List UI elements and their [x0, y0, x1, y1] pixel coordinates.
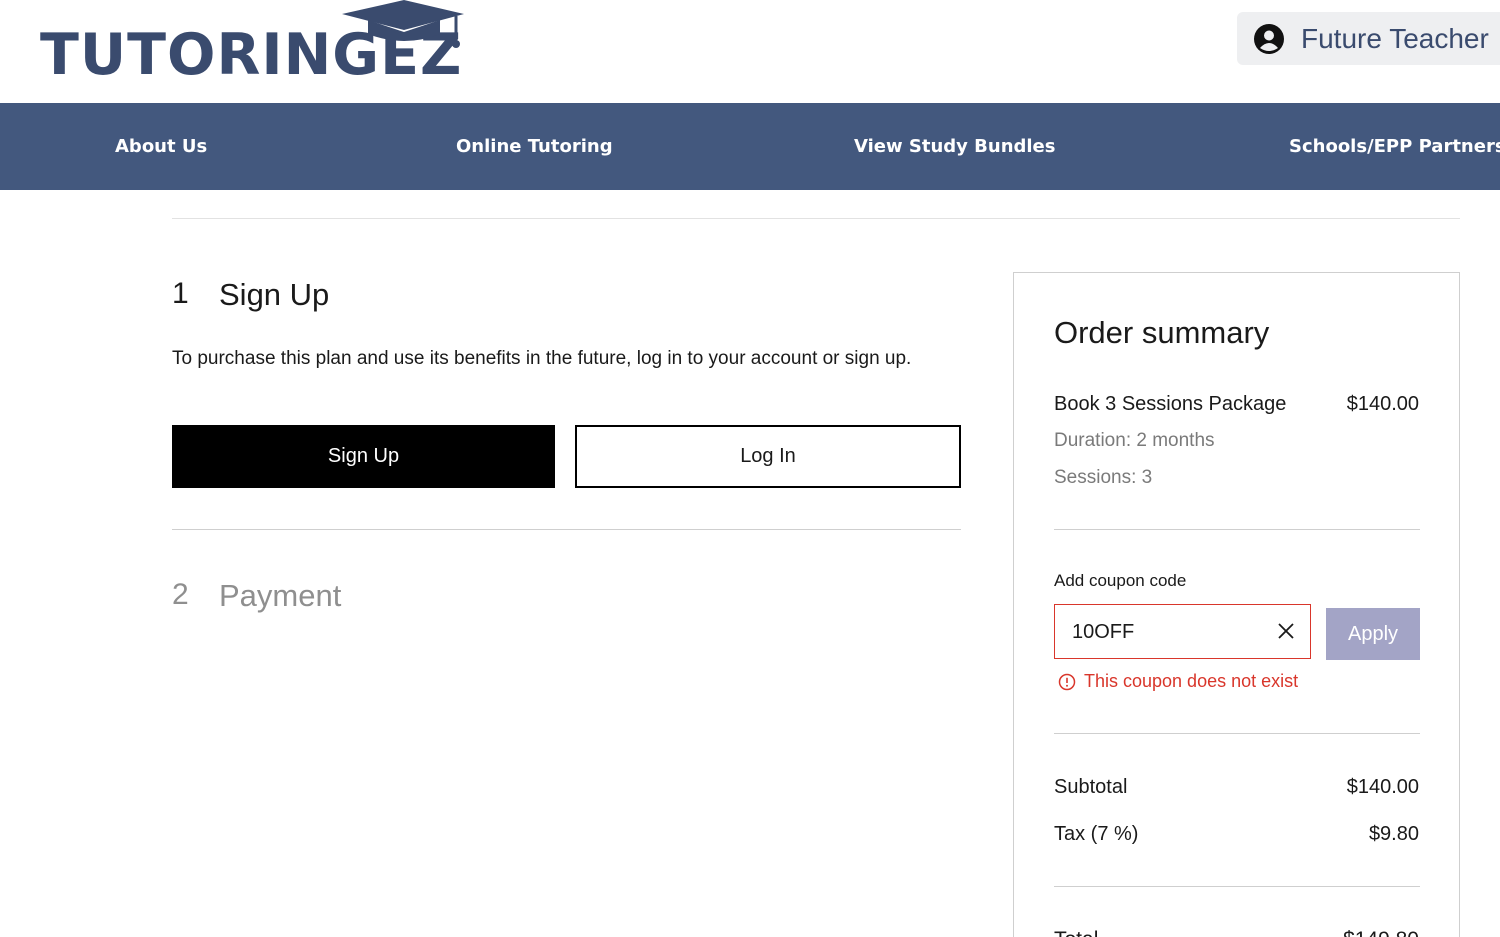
product-price: $140.00 — [1346, 393, 1419, 415]
subtotal-label: Subtotal — [1054, 776, 1128, 798]
order-summary-panel: Order summary Book 3 Sessions Package $1… — [1013, 272, 1460, 937]
product-duration: Duration: 2 months — [1054, 430, 1215, 451]
log-in-button[interactable]: Log In — [575, 425, 961, 488]
product-name: Book 3 Sessions Package — [1054, 393, 1287, 415]
divider — [172, 529, 961, 530]
order-summary-title: Order summary — [1054, 315, 1270, 350]
total-label: Total — [1054, 928, 1098, 937]
nav-item-schools-epp-partnerships[interactable]: Schools/EPP Partnerships — [1289, 103, 1500, 190]
tax-value: $9.80 — [1368, 823, 1419, 845]
step-1-description: To purchase this plan and use its benefi… — [172, 348, 912, 369]
main-nav: About Us Online Tutoring View Study Bund… — [0, 103, 1500, 190]
step-1-title: Sign Up — [219, 277, 330, 312]
step-2-title: Payment — [219, 578, 342, 613]
product-sessions: Sessions: 3 — [1054, 467, 1153, 488]
divider — [1054, 886, 1420, 887]
tax-label: Tax (7 %) — [1054, 823, 1139, 845]
sign-up-button[interactable]: Sign Up — [172, 425, 555, 488]
site-header: TUTORINGEZ Future Teacher — [0, 0, 1500, 103]
coupon-error-message: This coupon does not exist — [1058, 671, 1298, 692]
divider — [1054, 733, 1420, 734]
error-icon — [1058, 673, 1076, 690]
nav-item-about-us[interactable]: About Us — [115, 103, 207, 190]
site-logo[interactable]: TUTORINGEZ — [40, 0, 470, 95]
step-2-number: 2 — [172, 578, 189, 611]
step-1-number: 1 — [172, 277, 189, 310]
nav-item-online-tutoring[interactable]: Online Tutoring — [456, 103, 613, 190]
subtotal-value: $140.00 — [1346, 776, 1419, 798]
nav-item-view-study-bundles[interactable]: View Study Bundles — [854, 103, 1055, 190]
close-icon[interactable] — [1276, 621, 1296, 641]
coupon-label: Add coupon code — [1054, 571, 1187, 590]
total-value: $149.80 — [1343, 928, 1419, 937]
coupon-error-text: This coupon does not exist — [1084, 671, 1299, 691]
divider — [172, 218, 1460, 219]
apply-coupon-button[interactable]: Apply — [1326, 608, 1420, 660]
divider — [1054, 529, 1420, 530]
user-circle-icon — [1254, 23, 1284, 54]
account-menu-button[interactable]: Future Teacher — [1237, 12, 1500, 65]
account-name: Future Teacher — [1301, 22, 1489, 54]
coupon-input[interactable]: 10OFF — [1054, 604, 1311, 659]
coupon-input-value: 10OFF — [1072, 621, 1135, 643]
graduation-cap-icon — [342, 0, 464, 48]
